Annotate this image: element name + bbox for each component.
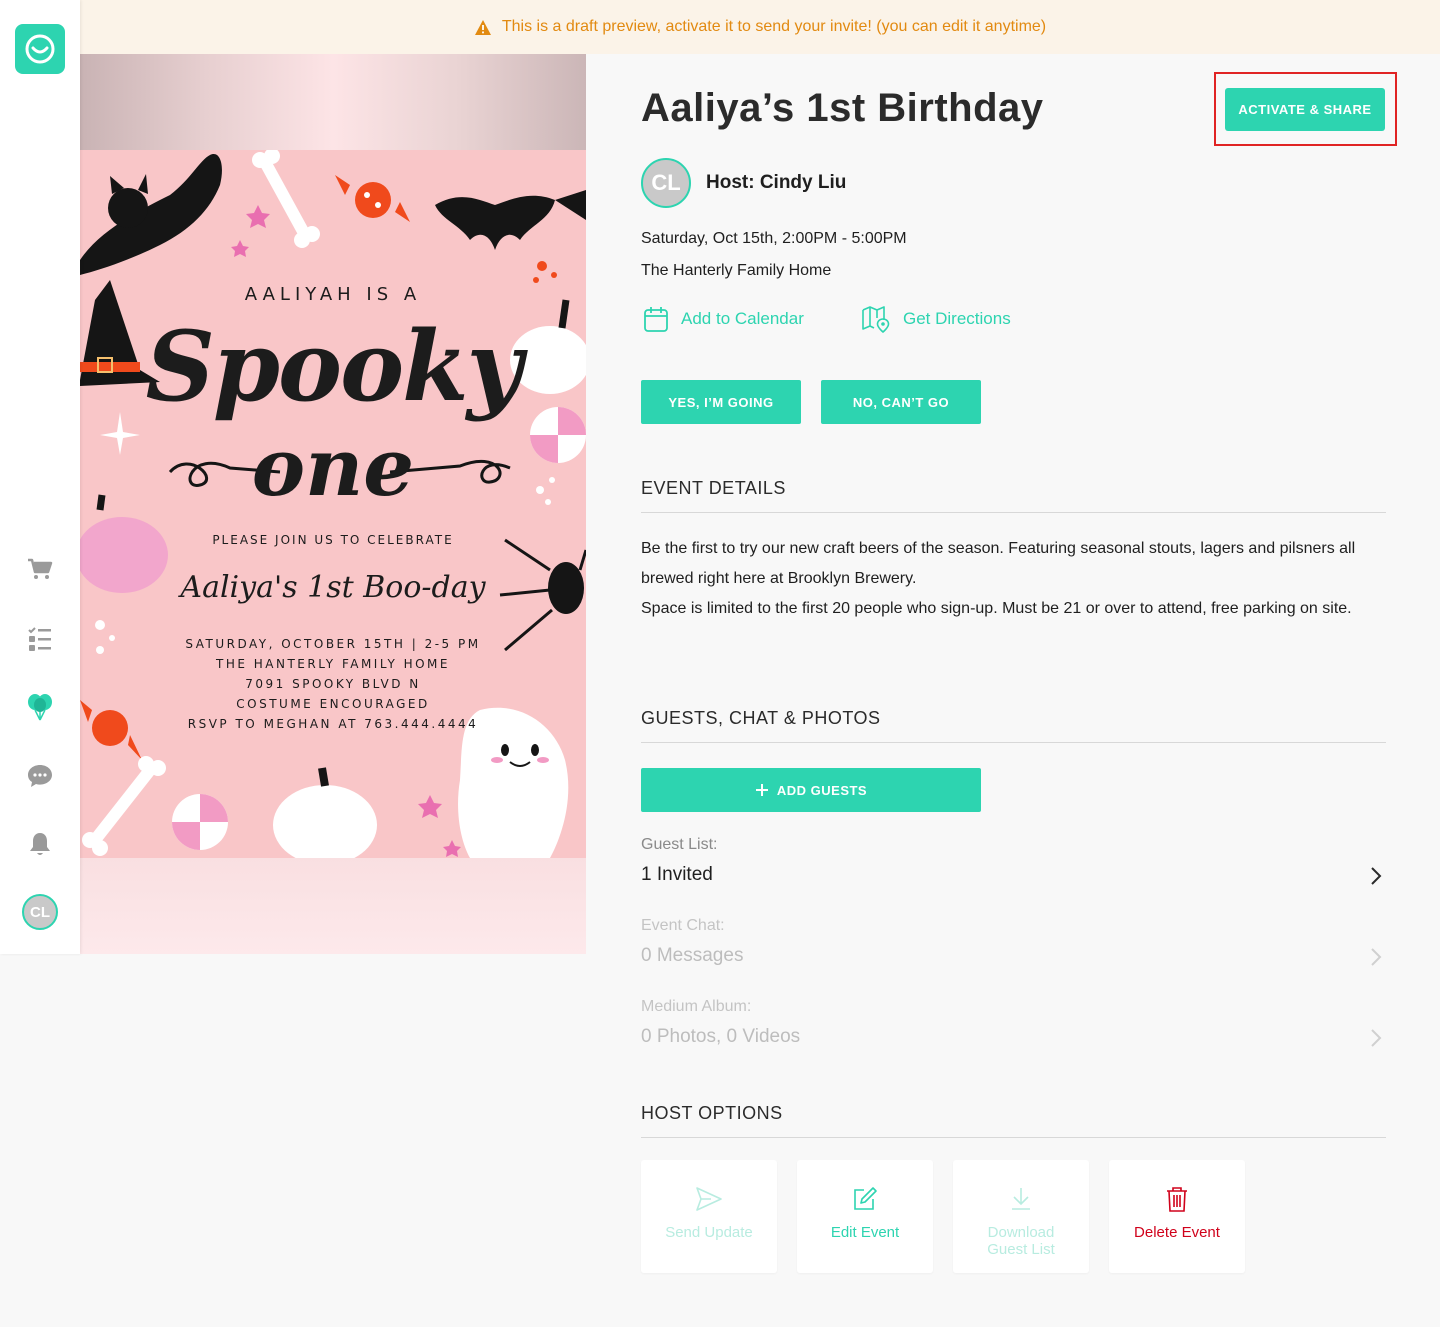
app-logo[interactable] xyxy=(15,24,65,74)
download-guest-list-button[interactable]: Download Guest List xyxy=(953,1160,1089,1273)
event-description-para: Space is limited to the first 20 people … xyxy=(641,600,1352,617)
host-avatar: CL xyxy=(641,158,691,208)
draft-banner-text: This is a draft preview, activate it to … xyxy=(501,18,1047,35)
event-title: Aaliya’s 1st Birthday xyxy=(641,86,1044,130)
add-to-calendar-link[interactable]: Add to Calendar xyxy=(643,305,804,333)
event-description-para: Be the first to try our new craft beers … xyxy=(641,540,1356,587)
get-directions-label: Get Directions xyxy=(903,309,1011,328)
delete-event-button[interactable]: Delete Event xyxy=(1109,1160,1245,1273)
divider xyxy=(641,1137,1386,1138)
invite-line2: PLEASE JOIN US TO CELEBRATE xyxy=(212,533,454,547)
host-options-heading: HOST OPTIONS xyxy=(641,1103,783,1123)
chevron-right-icon[interactable] xyxy=(1366,866,1386,886)
guest-list-value[interactable]: 1 Invited xyxy=(641,864,713,886)
activate-share-button[interactable]: ACTIVATE & SHARE xyxy=(1225,88,1385,131)
invitation-preview: AALIYAH IS A Spooky one PLEASE JOIN US T… xyxy=(80,54,586,954)
invite-details: SATURDAY, OCTOBER 15TH | 2-5 PM THE HANT… xyxy=(80,634,586,734)
invite-script-boo-day: Aaliya's 1st Boo-day xyxy=(180,570,486,605)
cart-icon[interactable] xyxy=(22,551,58,587)
bell-icon[interactable] xyxy=(22,826,58,862)
host-name: Host: Cindy Liu xyxy=(706,172,847,193)
get-directions-link[interactable]: Get Directions xyxy=(861,305,1011,333)
invite-detail-line: SATURDAY, OCTOBER 15TH | 2-5 PM xyxy=(185,637,481,651)
send-icon xyxy=(696,1187,722,1211)
divider xyxy=(641,512,1386,513)
user-avatar[interactable]: CL xyxy=(22,894,58,930)
plus-icon xyxy=(755,784,768,796)
download-guest-list-label: Download Guest List xyxy=(987,1224,1055,1258)
invite-detail-line: COSTUME ENCOURAGED xyxy=(236,697,430,711)
add-guests-label: ADD GUESTS xyxy=(776,782,868,798)
invite-line1: AALIYAH IS A xyxy=(244,284,422,305)
add-guests-button[interactable]: ADD GUESTS xyxy=(641,768,981,812)
download-label-line: Guest List xyxy=(987,1241,1055,1258)
event-chat-label: Event Chat: xyxy=(641,917,725,934)
chat-icon[interactable] xyxy=(22,758,58,794)
edit-event-button[interactable]: Edit Event xyxy=(797,1160,933,1273)
balloons-icon[interactable] xyxy=(22,689,58,725)
download-label-line: Download xyxy=(987,1224,1055,1241)
invite-detail-line: THE HANTERLY FAMILY HOME xyxy=(216,657,450,671)
album-value[interactable]: 0 Photos, 0 Videos xyxy=(641,1026,800,1048)
event-datetime: Saturday, Oct 15th, 2:00PM - 5:00PM xyxy=(641,230,907,247)
calendar-icon xyxy=(644,307,668,332)
draft-banner: This is a draft preview, activate it to … xyxy=(80,0,1440,54)
event-location: The Hanterly Family Home xyxy=(641,262,832,279)
invite-script-one: one xyxy=(251,420,415,514)
add-to-calendar-label: Add to Calendar xyxy=(681,309,804,328)
sidebar: CL xyxy=(0,0,80,954)
warning-icon xyxy=(474,19,491,35)
event-description: Be the first to try our new craft beers … xyxy=(641,534,1371,624)
chevron-right-icon[interactable] xyxy=(1366,1028,1386,1048)
delete-event-label: Delete Event xyxy=(1134,1224,1220,1241)
download-icon xyxy=(1012,1188,1030,1210)
card-top-shade xyxy=(80,54,586,150)
map-icon xyxy=(862,306,890,333)
rsvp-no-button[interactable]: NO, CAN’T GO xyxy=(821,380,981,424)
divider xyxy=(641,742,1386,743)
checklist-icon[interactable] xyxy=(22,621,58,657)
guest-list-label: Guest List: xyxy=(641,836,718,853)
invitation-card: AALIYAH IS A Spooky one PLEASE JOIN US T… xyxy=(80,150,586,858)
edit-icon xyxy=(854,1187,877,1210)
invite-detail-line: RSVP TO MEGHAN AT 763.444.4444 xyxy=(187,717,479,731)
rsvp-yes-button[interactable]: YES, I’M GOING xyxy=(641,380,801,424)
invite-script-spooky: Spooky xyxy=(145,310,523,423)
invite-detail-line: 7091 SPOOKY BLVD N xyxy=(245,677,421,691)
event-details-heading: EVENT DETAILS xyxy=(641,478,786,498)
smile-logo-icon xyxy=(25,34,55,64)
send-update-label: Send Update xyxy=(665,1224,753,1241)
guests-heading: GUESTS, CHAT & PHOTOS xyxy=(641,708,881,728)
event-chat-value[interactable]: 0 Messages xyxy=(641,945,743,967)
chevron-right-icon[interactable] xyxy=(1366,947,1386,967)
card-bottom-shade xyxy=(80,858,586,954)
trash-icon xyxy=(1167,1187,1187,1212)
send-update-button[interactable]: Send Update xyxy=(641,1160,777,1273)
edit-event-label: Edit Event xyxy=(830,1224,900,1241)
album-label: Medium Album: xyxy=(641,998,752,1015)
